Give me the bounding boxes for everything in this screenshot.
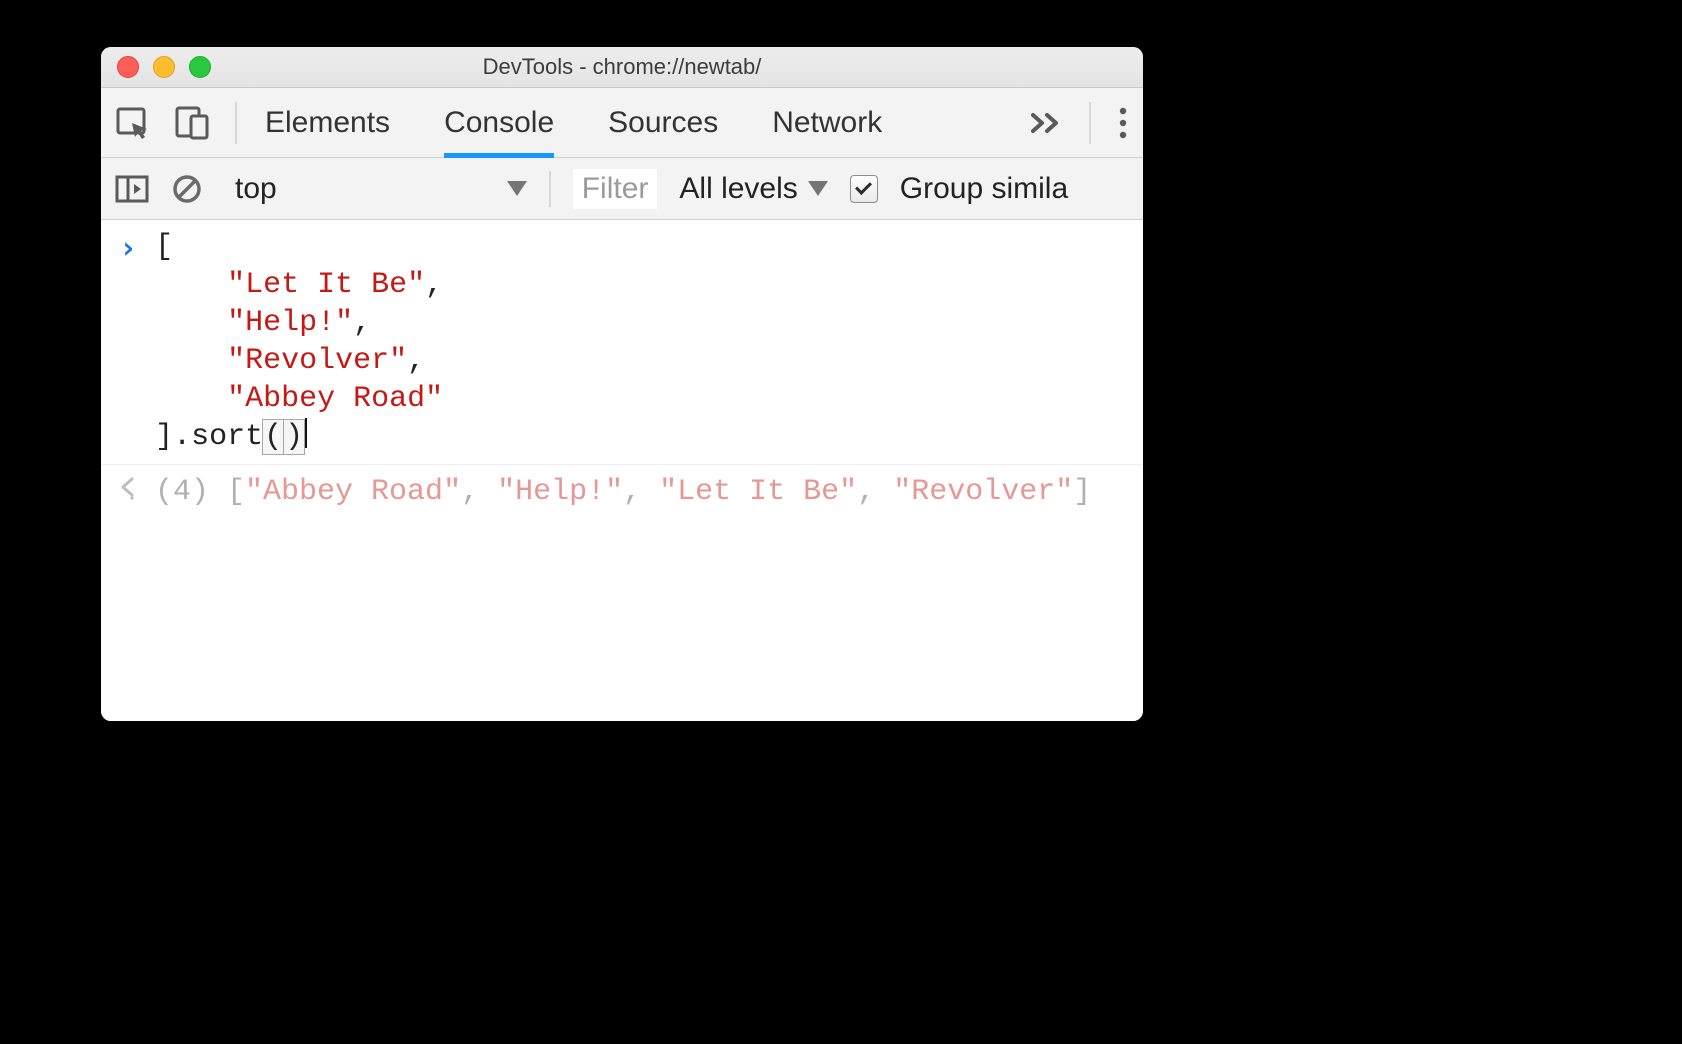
window-title: DevTools - chrome://newtab/ (101, 54, 1143, 80)
divider (235, 102, 237, 144)
divider (549, 171, 551, 207)
titlebar: DevTools - chrome://newtab/ (101, 47, 1143, 88)
chevron-down-icon (507, 181, 527, 196)
show-console-sidebar-icon[interactable] (115, 174, 149, 204)
chevron-down-icon (808, 181, 828, 196)
group-similar-label: Group simila (900, 172, 1068, 206)
console-toolbar: top Filter All levels Group simila (101, 158, 1143, 220)
log-level-label: All levels (679, 172, 797, 206)
settings-menu-icon[interactable] (1117, 106, 1129, 140)
minimize-window-button[interactable] (153, 56, 175, 78)
execution-context-select[interactable]: top (235, 172, 527, 206)
devtools-window: DevTools - chrome://newtab/ Elements Con… (101, 47, 1143, 721)
log-level-select[interactable]: All levels (679, 172, 827, 206)
tab-elements[interactable]: Elements (265, 88, 390, 157)
output-result-icon (119, 473, 137, 503)
execution-context-label: top (235, 172, 277, 206)
tab-network[interactable]: Network (772, 88, 882, 157)
filter-input[interactable]: Filter (573, 169, 658, 209)
console-output-value[interactable]: (4) ["Abbey Road", "Help!", "Let It Be",… (155, 473, 1091, 511)
group-similar-checkbox[interactable] (850, 175, 878, 203)
zoom-window-button[interactable] (189, 56, 211, 78)
more-tabs-icon[interactable] (1029, 109, 1063, 137)
tab-sources[interactable]: Sources (608, 88, 718, 157)
console-output-area[interactable]: › [ "Let It Be", "Help!", "Revolver", "A… (101, 220, 1143, 721)
text-cursor (305, 418, 307, 448)
inspect-element-icon[interactable] (115, 104, 153, 142)
device-toolbar-icon[interactable] (173, 104, 211, 142)
panel-tabs: Elements Console Sources Network (265, 88, 882, 157)
devtools-tabsbar: Elements Console Sources Network (101, 88, 1143, 158)
clear-console-icon[interactable] (171, 173, 203, 205)
console-output-entry: (4) ["Abbey Road", "Help!", "Let It Be",… (101, 465, 1143, 519)
close-window-button[interactable] (117, 56, 139, 78)
console-input-code[interactable]: [ "Let It Be", "Help!", "Revolver", "Abb… (155, 228, 443, 456)
input-prompt-icon: › (119, 230, 137, 268)
console-input-entry: › [ "Let It Be", "Help!", "Revolver", "A… (101, 220, 1143, 465)
traffic-lights (117, 56, 211, 78)
divider (1089, 102, 1091, 144)
tab-console[interactable]: Console (444, 88, 554, 157)
